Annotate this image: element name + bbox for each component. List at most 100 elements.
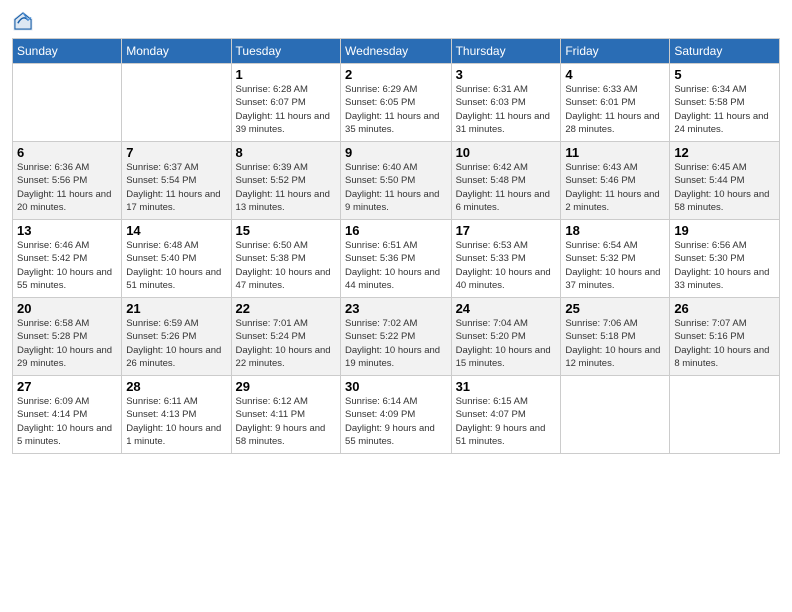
calendar-cell: 24Sunrise: 7:04 AM Sunset: 5:20 PM Dayli… [451,298,561,376]
calendar-header-wednesday: Wednesday [341,39,452,64]
calendar-cell [13,64,122,142]
day-info: Sunrise: 6:42 AM Sunset: 5:48 PM Dayligh… [456,161,557,214]
calendar-cell [561,376,670,454]
day-info: Sunrise: 6:15 AM Sunset: 4:07 PM Dayligh… [456,395,557,448]
calendar-header-sunday: Sunday [13,39,122,64]
calendar-cell: 25Sunrise: 7:06 AM Sunset: 5:18 PM Dayli… [561,298,670,376]
calendar-cell: 7Sunrise: 6:37 AM Sunset: 5:54 PM Daylig… [122,142,231,220]
logo [12,10,36,32]
day-number: 28 [126,379,226,394]
day-info: Sunrise: 6:28 AM Sunset: 6:07 PM Dayligh… [236,83,337,136]
day-info: Sunrise: 6:29 AM Sunset: 6:05 PM Dayligh… [345,83,447,136]
calendar-cell [670,376,780,454]
calendar-cell: 20Sunrise: 6:58 AM Sunset: 5:28 PM Dayli… [13,298,122,376]
calendar-cell: 30Sunrise: 6:14 AM Sunset: 4:09 PM Dayli… [341,376,452,454]
calendar-cell: 21Sunrise: 6:59 AM Sunset: 5:26 PM Dayli… [122,298,231,376]
day-number: 6 [17,145,117,160]
calendar-cell [122,64,231,142]
calendar-cell: 13Sunrise: 6:46 AM Sunset: 5:42 PM Dayli… [13,220,122,298]
day-number: 3 [456,67,557,82]
calendar-cell: 26Sunrise: 7:07 AM Sunset: 5:16 PM Dayli… [670,298,780,376]
day-number: 19 [674,223,775,238]
calendar-cell: 16Sunrise: 6:51 AM Sunset: 5:36 PM Dayli… [341,220,452,298]
logo-icon [12,10,34,32]
calendar-cell: 23Sunrise: 7:02 AM Sunset: 5:22 PM Dayli… [341,298,452,376]
page-header [12,10,780,32]
day-info: Sunrise: 6:34 AM Sunset: 5:58 PM Dayligh… [674,83,775,136]
calendar-week-row: 6Sunrise: 6:36 AM Sunset: 5:56 PM Daylig… [13,142,780,220]
day-number: 5 [674,67,775,82]
calendar-cell: 5Sunrise: 6:34 AM Sunset: 5:58 PM Daylig… [670,64,780,142]
day-info: Sunrise: 6:40 AM Sunset: 5:50 PM Dayligh… [345,161,447,214]
day-info: Sunrise: 6:14 AM Sunset: 4:09 PM Dayligh… [345,395,447,448]
day-number: 24 [456,301,557,316]
day-number: 4 [565,67,665,82]
calendar-cell: 17Sunrise: 6:53 AM Sunset: 5:33 PM Dayli… [451,220,561,298]
calendar-header-tuesday: Tuesday [231,39,341,64]
calendar-header-thursday: Thursday [451,39,561,64]
day-number: 7 [126,145,226,160]
calendar-cell: 4Sunrise: 6:33 AM Sunset: 6:01 PM Daylig… [561,64,670,142]
calendar-cell: 12Sunrise: 6:45 AM Sunset: 5:44 PM Dayli… [670,142,780,220]
calendar-cell: 11Sunrise: 6:43 AM Sunset: 5:46 PM Dayli… [561,142,670,220]
day-number: 10 [456,145,557,160]
calendar-cell: 29Sunrise: 6:12 AM Sunset: 4:11 PM Dayli… [231,376,341,454]
day-info: Sunrise: 6:43 AM Sunset: 5:46 PM Dayligh… [565,161,665,214]
day-number: 17 [456,223,557,238]
day-number: 23 [345,301,447,316]
day-info: Sunrise: 7:02 AM Sunset: 5:22 PM Dayligh… [345,317,447,370]
calendar-cell: 9Sunrise: 6:40 AM Sunset: 5:50 PM Daylig… [341,142,452,220]
calendar-header-monday: Monday [122,39,231,64]
day-number: 30 [345,379,447,394]
calendar-header-friday: Friday [561,39,670,64]
calendar-cell: 14Sunrise: 6:48 AM Sunset: 5:40 PM Dayli… [122,220,231,298]
calendar-week-row: 27Sunrise: 6:09 AM Sunset: 4:14 PM Dayli… [13,376,780,454]
day-info: Sunrise: 6:46 AM Sunset: 5:42 PM Dayligh… [17,239,117,292]
day-number: 14 [126,223,226,238]
day-number: 11 [565,145,665,160]
day-info: Sunrise: 7:04 AM Sunset: 5:20 PM Dayligh… [456,317,557,370]
day-number: 31 [456,379,557,394]
day-info: Sunrise: 6:09 AM Sunset: 4:14 PM Dayligh… [17,395,117,448]
day-number: 18 [565,223,665,238]
calendar-week-row: 1Sunrise: 6:28 AM Sunset: 6:07 PM Daylig… [13,64,780,142]
calendar-cell: 15Sunrise: 6:50 AM Sunset: 5:38 PM Dayli… [231,220,341,298]
calendar-cell: 1Sunrise: 6:28 AM Sunset: 6:07 PM Daylig… [231,64,341,142]
page-container: SundayMondayTuesdayWednesdayThursdayFrid… [0,0,792,462]
day-info: Sunrise: 6:12 AM Sunset: 4:11 PM Dayligh… [236,395,337,448]
day-number: 2 [345,67,447,82]
day-info: Sunrise: 6:48 AM Sunset: 5:40 PM Dayligh… [126,239,226,292]
calendar-header-saturday: Saturday [670,39,780,64]
calendar-week-row: 20Sunrise: 6:58 AM Sunset: 5:28 PM Dayli… [13,298,780,376]
day-info: Sunrise: 6:50 AM Sunset: 5:38 PM Dayligh… [236,239,337,292]
day-number: 21 [126,301,226,316]
day-number: 8 [236,145,337,160]
day-info: Sunrise: 6:58 AM Sunset: 5:28 PM Dayligh… [17,317,117,370]
calendar-cell: 22Sunrise: 7:01 AM Sunset: 5:24 PM Dayli… [231,298,341,376]
day-number: 15 [236,223,337,238]
day-number: 20 [17,301,117,316]
day-number: 27 [17,379,117,394]
calendar-cell: 8Sunrise: 6:39 AM Sunset: 5:52 PM Daylig… [231,142,341,220]
day-number: 1 [236,67,337,82]
calendar-cell: 2Sunrise: 6:29 AM Sunset: 6:05 PM Daylig… [341,64,452,142]
day-info: Sunrise: 6:51 AM Sunset: 5:36 PM Dayligh… [345,239,447,292]
day-info: Sunrise: 6:33 AM Sunset: 6:01 PM Dayligh… [565,83,665,136]
calendar-cell: 31Sunrise: 6:15 AM Sunset: 4:07 PM Dayli… [451,376,561,454]
calendar-cell: 3Sunrise: 6:31 AM Sunset: 6:03 PM Daylig… [451,64,561,142]
calendar-cell: 19Sunrise: 6:56 AM Sunset: 5:30 PM Dayli… [670,220,780,298]
calendar-table: SundayMondayTuesdayWednesdayThursdayFrid… [12,38,780,454]
calendar-cell: 6Sunrise: 6:36 AM Sunset: 5:56 PM Daylig… [13,142,122,220]
day-info: Sunrise: 6:59 AM Sunset: 5:26 PM Dayligh… [126,317,226,370]
day-number: 9 [345,145,447,160]
calendar-cell: 27Sunrise: 6:09 AM Sunset: 4:14 PM Dayli… [13,376,122,454]
day-number: 25 [565,301,665,316]
day-info: Sunrise: 6:56 AM Sunset: 5:30 PM Dayligh… [674,239,775,292]
day-number: 13 [17,223,117,238]
calendar-week-row: 13Sunrise: 6:46 AM Sunset: 5:42 PM Dayli… [13,220,780,298]
day-number: 26 [674,301,775,316]
day-info: Sunrise: 6:37 AM Sunset: 5:54 PM Dayligh… [126,161,226,214]
day-number: 22 [236,301,337,316]
calendar-header-row: SundayMondayTuesdayWednesdayThursdayFrid… [13,39,780,64]
calendar-cell: 10Sunrise: 6:42 AM Sunset: 5:48 PM Dayli… [451,142,561,220]
